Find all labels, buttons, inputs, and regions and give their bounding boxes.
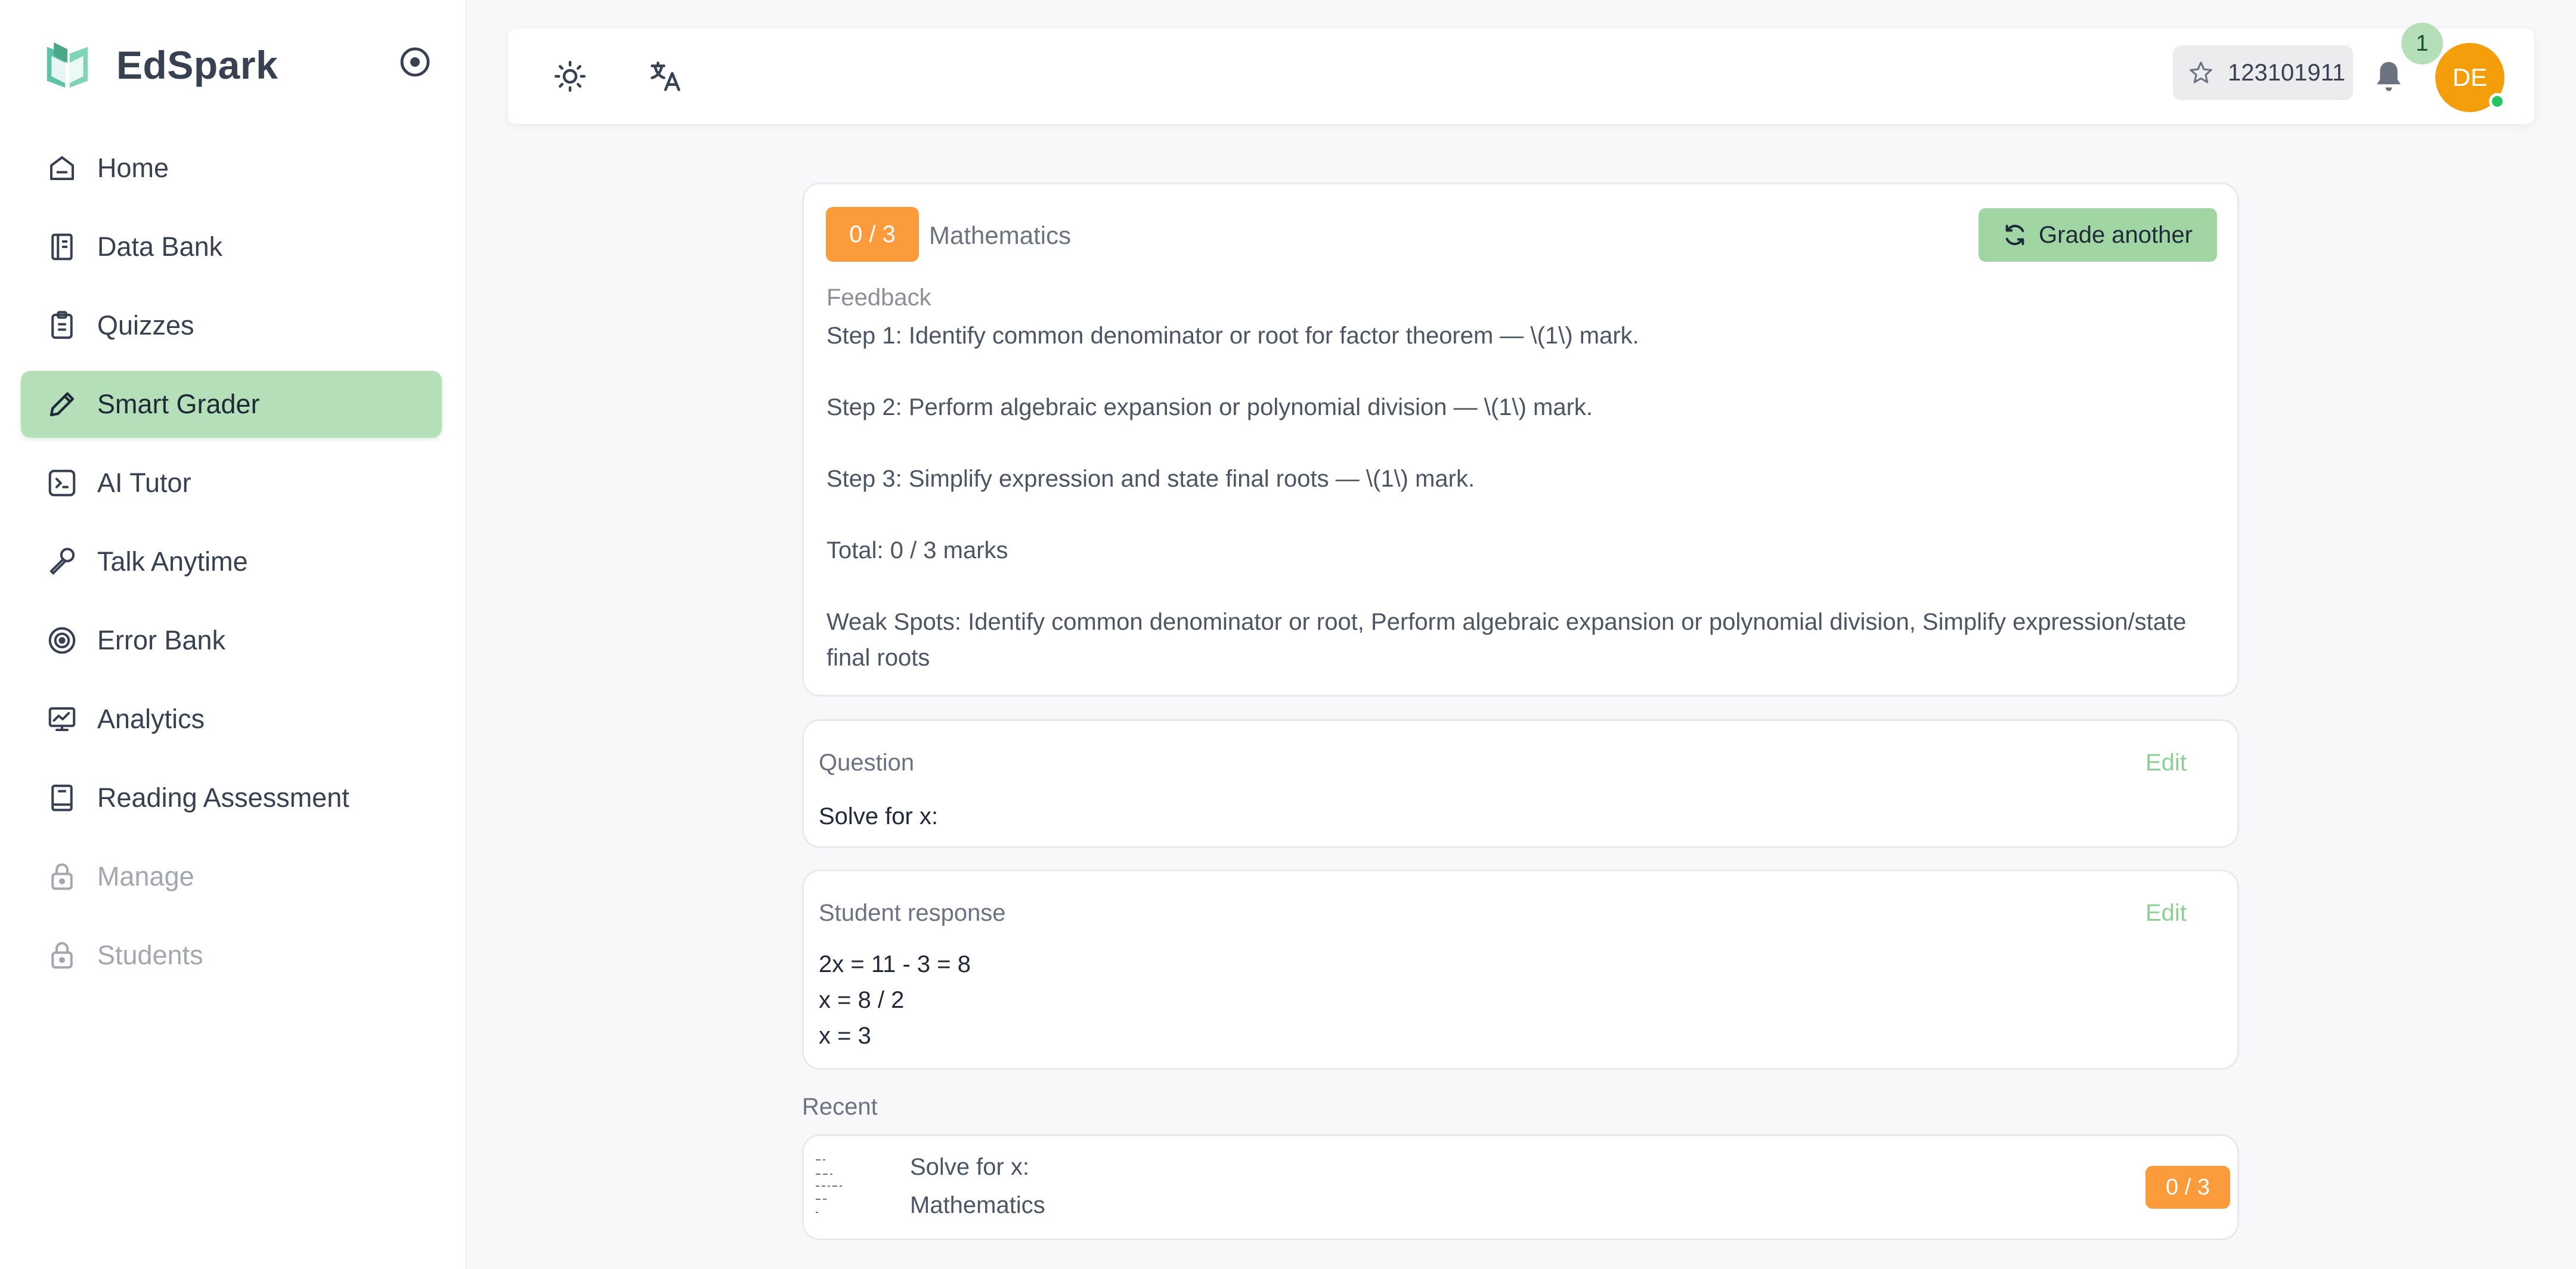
microphone-icon — [45, 544, 79, 579]
feedback-total: Total: 0 / 3 marks — [826, 537, 1008, 564]
recent-item[interactable]: Solve for x: Mathematics 0 / 3 — [802, 1134, 2239, 1240]
sidebar-item-data-bank[interactable]: Data Bank — [21, 213, 442, 280]
feedback-weak-spots: Weak Spots: Identify common denominator … — [826, 609, 2187, 671]
sidebar-item-analytics[interactable]: Analytics — [21, 686, 442, 753]
sidebar-item-label: Manage — [97, 861, 194, 892]
recent-label: Recent — [802, 1094, 878, 1120]
notification-count-badge: 1 — [2401, 23, 2443, 64]
sidebar-item-error-bank[interactable]: Error Bank — [21, 607, 442, 674]
submission-thumbnail — [811, 1148, 888, 1231]
feedback-step-2: Step 2: Perform algebraic expansion or p… — [826, 394, 1593, 420]
sidebar-item-label: AI Tutor — [97, 468, 191, 498]
feedback-step-1: Step 1: Identify common denominator or r… — [826, 323, 1639, 349]
sidebar-item-label: Reading Assessment — [97, 782, 349, 813]
sidebar-item-label: Data Bank — [97, 231, 223, 262]
book-icon — [45, 230, 79, 264]
sidebar-item-label: Error Bank — [97, 625, 226, 655]
edit-question-link[interactable]: Edit — [2145, 750, 2187, 776]
student-response-card: Student response Edit 2x = 11 - 3 = 8 x … — [802, 869, 2239, 1070]
question-card: Question Edit Solve for x: — [802, 719, 2239, 848]
avatar[interactable]: DE — [2435, 43, 2506, 112]
notifications-button[interactable] — [2370, 57, 2408, 95]
sun-icon — [555, 61, 586, 92]
logo-icon — [47, 42, 88, 88]
grade-another-label: Grade another — [2039, 221, 2193, 248]
grade-result-card: 0 / 3 Mathematics Grade another Feedback… — [802, 182, 2239, 697]
sidebar-item-label: Analytics — [97, 704, 205, 734]
avatar-initials: DE — [2452, 63, 2488, 91]
sidebar-nav: Home Data Bank Quizzes Smart Grader AI T… — [21, 135, 442, 1001]
online-status-dot — [2489, 93, 2506, 110]
topbar: 123101911 1 DE — [508, 23, 2534, 124]
recent-score-badge: 0 / 3 — [2145, 1166, 2230, 1209]
question-text: Solve for x: — [819, 803, 939, 830]
theme-toggle-button[interactable] — [551, 57, 589, 95]
sidebar-item-label: Quizzes — [97, 310, 194, 341]
clipboard-icon — [45, 308, 79, 343]
sidebar-item-reading-assessment[interactable]: Reading Assessment — [21, 765, 442, 831]
sidebar-item-label: Smart Grader — [97, 389, 260, 419]
subject-label: Mathematics — [929, 221, 1072, 249]
book-closed-icon — [45, 781, 79, 815]
sidebar-item-label: Talk Anytime — [97, 546, 248, 577]
points-value: 123101911 — [2228, 59, 2346, 86]
circle-dot-icon — [400, 47, 430, 77]
recent-item-title: Solve for x: — [910, 1154, 1030, 1180]
language-button[interactable] — [646, 57, 685, 95]
sidebar-item-students[interactable]: Students — [21, 922, 442, 989]
sidebar-toggle-button[interactable] — [398, 45, 432, 79]
home-icon — [45, 151, 79, 185]
terminal-icon — [45, 466, 79, 500]
sidebar-item-ai-tutor[interactable]: AI Tutor — [21, 450, 442, 516]
brand[interactable]: EdSpark — [45, 38, 278, 92]
sidebar: EdSpark Home Data Bank Quizzes Smart Gra… — [0, 0, 467, 1269]
star-icon — [2190, 61, 2212, 83]
sidebar-item-talk-anytime[interactable]: Talk Anytime — [21, 528, 442, 595]
feedback-step-3: Step 3: Simplify expression and state fi… — [826, 466, 1475, 492]
points-chip[interactable]: 123101911 — [2173, 45, 2353, 100]
response-line: x = 8 / 2 — [819, 987, 905, 1013]
bell-icon — [2377, 62, 2401, 91]
recent-item-subject: Mathematics — [910, 1192, 1045, 1218]
app-name: EdSpark — [116, 43, 278, 87]
sidebar-item-label: Home — [97, 153, 169, 183]
question-label: Question — [819, 750, 915, 776]
refresh-icon — [2005, 224, 2024, 246]
chart-icon — [45, 702, 79, 736]
translate-icon — [651, 61, 680, 91]
sidebar-item-label: Students — [97, 940, 203, 970]
sidebar-item-manage[interactable]: Manage — [21, 843, 442, 910]
target-icon — [45, 623, 79, 658]
sidebar-item-smart-grader[interactable]: Smart Grader — [21, 371, 442, 438]
lock-icon — [45, 859, 79, 894]
lock-icon — [45, 938, 79, 973]
score-badge: 0 / 3 — [826, 207, 919, 262]
edit-response-link[interactable]: Edit — [2145, 900, 2187, 927]
student-response-label: Student response — [819, 900, 1006, 926]
feedback-label: Feedback — [826, 284, 931, 311]
pencil-icon — [45, 387, 79, 422]
response-line: 2x = 11 - 3 = 8 — [819, 951, 971, 977]
response-line: x = 3 — [819, 1023, 871, 1049]
grade-another-button[interactable]: Grade another — [1979, 208, 2217, 262]
sidebar-item-quizzes[interactable]: Quizzes — [21, 292, 442, 359]
sidebar-item-home[interactable]: Home — [21, 135, 442, 202]
